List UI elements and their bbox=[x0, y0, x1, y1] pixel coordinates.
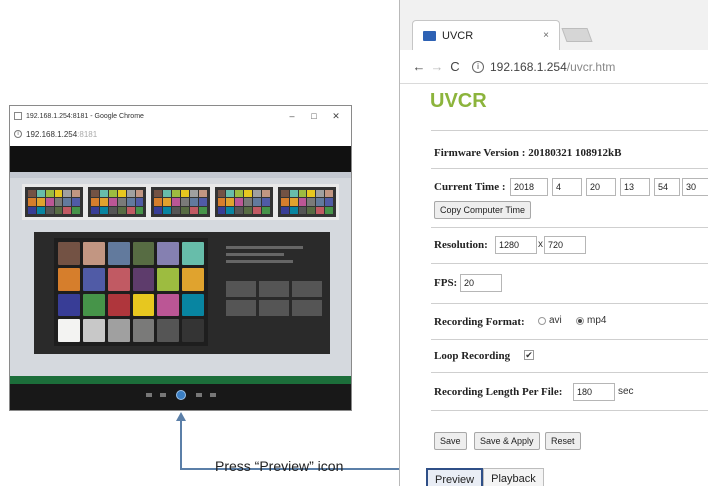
minimize-icon[interactable]: – bbox=[281, 111, 303, 121]
thumbnail bbox=[214, 187, 273, 217]
uvcr-favicon-icon bbox=[423, 30, 436, 41]
new-tab-button[interactable] bbox=[561, 28, 593, 42]
arrow-line-vertical bbox=[180, 418, 182, 470]
image-viewer bbox=[34, 232, 330, 354]
control-icon[interactable] bbox=[210, 393, 216, 397]
captured-taskbar bbox=[10, 376, 351, 384]
resolution-height-input[interactable]: 720 bbox=[544, 236, 586, 254]
month-input[interactable]: 4 bbox=[552, 178, 582, 196]
captured-titlebar bbox=[10, 172, 351, 178]
format-avi-radio[interactable] bbox=[538, 317, 546, 325]
browser-toolbar: ← → C i 192.168.1.254/uvcr.htm bbox=[400, 50, 708, 84]
address-port: :8181 bbox=[77, 129, 98, 139]
url-path: /uvcr.htm bbox=[566, 59, 616, 74]
url-host: 192.168.1.254 bbox=[490, 59, 567, 74]
tab-close-icon[interactable]: × bbox=[543, 30, 549, 41]
divider bbox=[431, 339, 708, 340]
uvcr-browser-window: UVCR × ← → C i 192.168.1.254/uvcr.htm UV… bbox=[399, 0, 708, 486]
second-input[interactable]: 30 bbox=[682, 178, 708, 196]
control-icon[interactable] bbox=[160, 393, 166, 397]
tab-title: UVCR bbox=[442, 29, 474, 42]
thumbnail bbox=[88, 187, 147, 217]
maximize-icon[interactable]: □ bbox=[303, 111, 325, 121]
arrow-head-icon bbox=[176, 412, 186, 421]
save-and-apply-button[interactable]: Save & Apply bbox=[474, 432, 540, 450]
page-icon bbox=[14, 112, 22, 120]
copy-computer-time-button[interactable]: Copy Computer Time bbox=[434, 201, 532, 219]
loop-recording-label: Loop Recording bbox=[434, 350, 511, 362]
format-mp4-label: mp4 bbox=[587, 315, 607, 326]
divider bbox=[431, 372, 708, 373]
day-input[interactable]: 20 bbox=[586, 178, 616, 196]
fps-label: FPS: bbox=[434, 277, 458, 289]
preview-button[interactable]: Preview bbox=[426, 468, 484, 486]
uvcr-settings-page: UVCR Firmware Version : 20180321 108912k… bbox=[400, 84, 708, 486]
viewer-side-panel bbox=[226, 246, 322, 346]
tab-uvcr[interactable]: UVCR × bbox=[412, 20, 560, 50]
divider bbox=[431, 168, 708, 169]
thumbnail bbox=[277, 187, 337, 217]
playback-button[interactable]: Playback bbox=[483, 468, 544, 486]
divider bbox=[431, 303, 708, 304]
address-host: 192.168.1.254 bbox=[26, 129, 78, 139]
save-button[interactable]: Save bbox=[434, 432, 467, 450]
recording-length-input[interactable]: 180 bbox=[573, 383, 615, 401]
hour-input[interactable]: 13 bbox=[620, 178, 650, 196]
divider bbox=[431, 410, 708, 411]
captured-desktop bbox=[10, 172, 351, 384]
minute-input[interactable]: 54 bbox=[654, 178, 680, 196]
preview-chrome-window: 192.168.1.254:8181 - Google Chrome – □ ✕… bbox=[9, 105, 352, 411]
forward-icon[interactable]: → bbox=[428, 59, 446, 74]
back-icon[interactable]: ← bbox=[410, 59, 428, 74]
resolution-width-input[interactable]: 1280 bbox=[495, 236, 537, 254]
thumbnail bbox=[25, 187, 84, 217]
page-nav: Preview Playback bbox=[426, 468, 544, 486]
live-video-stream bbox=[10, 146, 351, 410]
window-title: 192.168.1.254:8181 - Google Chrome bbox=[26, 112, 144, 120]
control-icon[interactable] bbox=[196, 393, 202, 397]
info-icon: i bbox=[472, 60, 484, 73]
recording-length-label: Recording Length Per File: bbox=[434, 386, 563, 398]
info-icon: i bbox=[14, 130, 22, 138]
divider bbox=[431, 227, 708, 228]
instruction-callout: Press “Preview” icon bbox=[215, 458, 344, 474]
color-checker-chart bbox=[54, 238, 208, 346]
divider bbox=[431, 130, 708, 131]
recording-length-unit: sec bbox=[618, 386, 634, 397]
firmware-version: Firmware Version : 20180321 108912kB bbox=[434, 147, 622, 159]
format-avi-label: avi bbox=[549, 315, 562, 326]
close-icon[interactable]: ✕ bbox=[325, 111, 347, 122]
fps-input[interactable]: 20 bbox=[460, 274, 502, 292]
format-mp4-radio[interactable] bbox=[576, 317, 584, 325]
play-icon[interactable] bbox=[176, 390, 186, 400]
brand-title: UVCR bbox=[430, 90, 487, 112]
tab-bar: UVCR × bbox=[400, 0, 708, 50]
thumbnail-strip bbox=[22, 184, 339, 220]
player-controls bbox=[10, 384, 351, 410]
resolution-label: Resolution: bbox=[434, 239, 488, 251]
current-time-label: Current Time : bbox=[434, 181, 506, 193]
control-icon[interactable] bbox=[146, 393, 152, 397]
address-bar[interactable]: i 192.168.1.254:8181 bbox=[10, 126, 351, 142]
resolution-separator: x bbox=[538, 239, 543, 250]
reload-icon[interactable]: C bbox=[446, 59, 464, 74]
reset-button[interactable]: Reset bbox=[545, 432, 581, 450]
year-input[interactable]: 2018 bbox=[510, 178, 548, 196]
url-bar[interactable]: i 192.168.1.254/uvcr.htm bbox=[472, 60, 615, 74]
thumbnail bbox=[151, 187, 210, 217]
recording-format-label: Recording Format: bbox=[434, 316, 525, 328]
divider bbox=[431, 263, 708, 264]
loop-recording-checkbox[interactable]: ✔ bbox=[524, 350, 534, 360]
window-titlebar: 192.168.1.254:8181 - Google Chrome – □ ✕ bbox=[10, 106, 351, 126]
